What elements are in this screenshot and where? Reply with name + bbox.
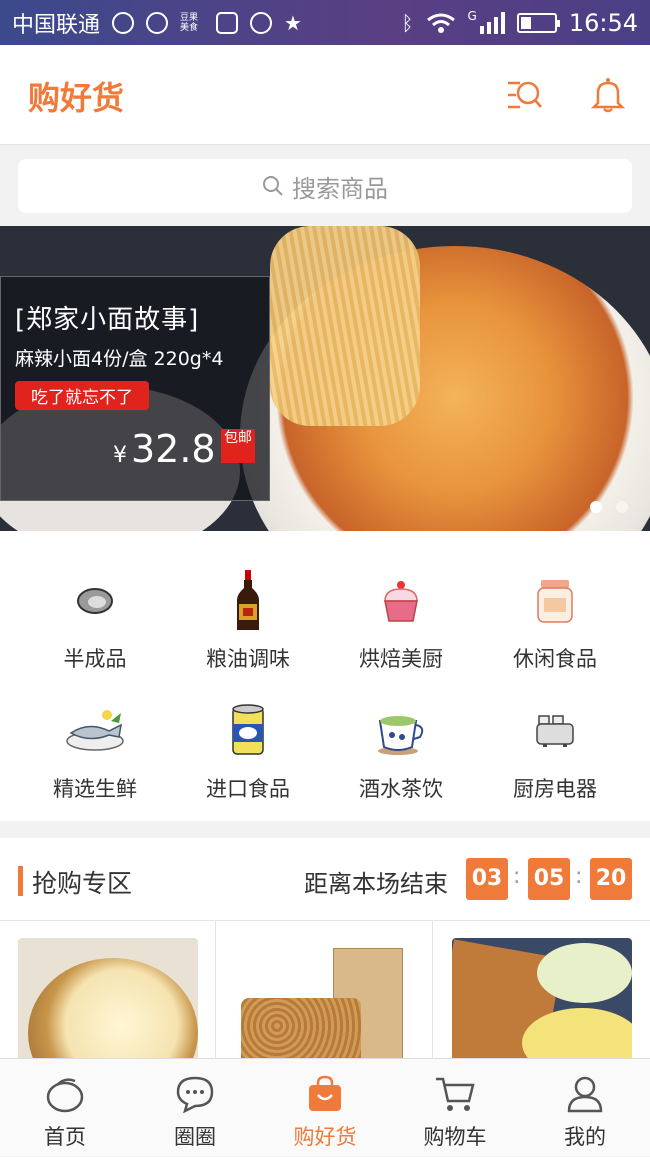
page-title: 购好货 (28, 79, 125, 117)
countdown-minutes: 05 (528, 858, 570, 900)
tab-label: 购物车 (423, 1125, 487, 1149)
category-item[interactable]: 半成品 (14, 571, 176, 673)
tab-cart[interactable]: 购物车 (390, 1059, 520, 1157)
carousel-dot[interactable] (590, 501, 602, 513)
notification-icons: 豆果美食 ★ (112, 11, 302, 35)
countdown-separator: : (513, 864, 521, 889)
carousel-dot[interactable] (616, 501, 628, 513)
chat-bubble-icon (176, 1076, 214, 1113)
tea-cup-icon (378, 716, 424, 755)
user-icon (567, 1076, 603, 1113)
tab-label: 圈圈 (174, 1125, 216, 1149)
promo-banner[interactable]: [郑家小面故事] 麻辣小面4份/盒 220g*4 吃了就忘不了 ¥32.8 包邮 (0, 226, 650, 531)
carousel-indicator (590, 501, 628, 513)
app-header: 购好货 (0, 45, 650, 145)
cupcake-icon (384, 581, 418, 622)
bell-icon[interactable] (588, 75, 628, 115)
category-grid: 半成品 粮油调味 烘焙美厨 休闲食品 精选生鲜 进口食品 酒水茶饮 厨房电器 (0, 531, 650, 821)
search-placeholder: 搜索商品 (292, 174, 388, 203)
toaster-icon (536, 715, 574, 747)
oyster-icon (77, 588, 113, 614)
category-label: 精选生鲜 (53, 777, 137, 801)
bluetooth-icon: ᛒ (401, 10, 414, 35)
category-item[interactable]: 休闲食品 (474, 571, 636, 673)
tab-home[interactable]: 首页 (0, 1059, 130, 1157)
category-search-icon[interactable] (504, 75, 544, 115)
category-label: 进口食品 (206, 777, 290, 801)
countdown-separator: : (575, 864, 583, 889)
countdown-label: 距离本场结束 (304, 870, 448, 898)
home-icon (46, 1078, 84, 1113)
flash-sale-section: 抢购专区 距离本场结束 03 : 05 : 20 (0, 838, 650, 1061)
category-label: 厨房电器 (513, 777, 597, 801)
category-label: 半成品 (63, 647, 127, 671)
bottom-tab-bar: 首页 圈圈 购好货 购物车 我的 (0, 1058, 650, 1156)
notification-icon (146, 11, 169, 34)
tab-label: 购好货 (293, 1125, 357, 1149)
flash-sale-title: 抢购专区 (32, 869, 133, 898)
category-label: 烘焙美厨 (359, 647, 443, 671)
category-item[interactable]: 烘焙美厨 (320, 571, 482, 673)
search-input[interactable]: 搜索商品 (18, 159, 632, 213)
snack-jar-icon (537, 580, 573, 623)
tab-circle[interactable]: 圈圈 (130, 1059, 260, 1157)
countdown-seconds: 20 (590, 858, 632, 900)
shopping-bag-icon (309, 1075, 341, 1111)
notification-icon (216, 11, 239, 34)
notification-icon (250, 11, 273, 34)
notification-icon (112, 11, 135, 34)
status-bar: 中国联通 豆果美食 ★ ᛒ G 16:54 (0, 0, 650, 45)
star-icon: ★ (284, 10, 302, 35)
tab-label: 首页 (44, 1125, 86, 1149)
search-icon (263, 176, 283, 196)
tab-profile[interactable]: 我的 (520, 1059, 650, 1157)
tab-shop[interactable]: 购好货 (260, 1059, 390, 1157)
noodles-image (270, 226, 420, 426)
category-label: 酒水茶饮 (359, 777, 443, 801)
battery-icon (516, 12, 560, 33)
fish-icon (66, 710, 124, 751)
countdown-hours: 03 (466, 858, 508, 900)
soy-sauce-bottle-icon (237, 570, 259, 630)
category-item[interactable]: 粮油调味 (167, 570, 329, 673)
network-type: G (467, 8, 477, 23)
category-item[interactable]: 精选生鲜 (14, 701, 176, 803)
wifi-icon (426, 13, 455, 33)
category-label: 粮油调味 (206, 647, 290, 671)
category-item[interactable]: 进口食品 (167, 701, 329, 803)
category-item[interactable]: 厨房电器 (474, 701, 636, 803)
divider (432, 921, 433, 1061)
product-image[interactable] (235, 938, 415, 1060)
category-label: 休闲食品 (513, 647, 597, 671)
section-accent-bar (18, 866, 23, 896)
category-item[interactable]: 酒水茶饮 (320, 701, 482, 803)
product-image[interactable] (452, 938, 632, 1060)
price-value: 32.8 (131, 427, 216, 471)
free-shipping-badge: 包邮 (221, 429, 255, 463)
product-image[interactable] (18, 938, 198, 1060)
search-area: 搜索商品 (0, 146, 650, 226)
banner-tag: 吃了就忘不了 (15, 381, 149, 410)
canned-food-icon (232, 704, 264, 755)
banner-subtitle: 麻辣小面4份/盒 220g*4 (15, 348, 224, 370)
clock: 16:54 (568, 8, 638, 37)
carrier-name: 中国联通 (12, 12, 101, 38)
cart-icon (436, 1077, 475, 1111)
currency-symbol: ¥ (113, 443, 127, 468)
app-badge-icon: 豆果美食 (180, 12, 199, 33)
divider (0, 920, 650, 921)
divider (215, 921, 216, 1061)
banner-headline: [郑家小面故事] (15, 305, 200, 335)
banner-price: ¥32.8 (113, 427, 216, 471)
tab-label: 我的 (564, 1125, 606, 1149)
signal-icon (479, 11, 505, 34)
banner-text-panel: [郑家小面故事] 麻辣小面4份/盒 220g*4 吃了就忘不了 ¥32.8 包邮 (0, 276, 270, 501)
